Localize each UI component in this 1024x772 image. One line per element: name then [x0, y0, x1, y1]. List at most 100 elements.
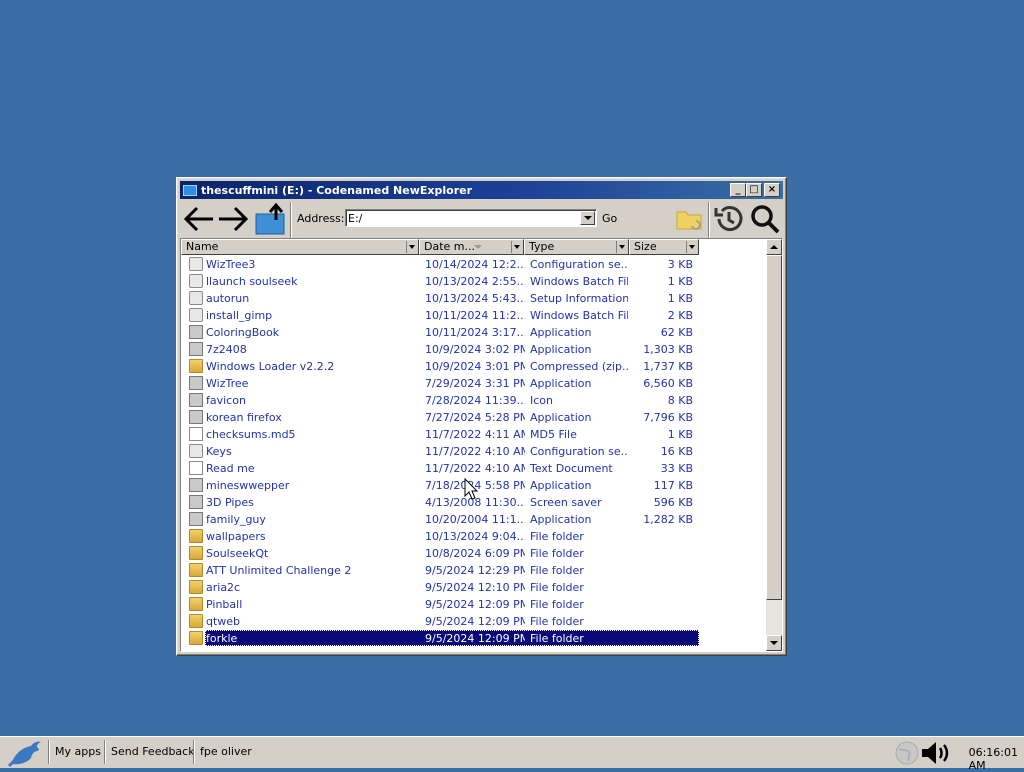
arrow-up-icon	[770, 245, 778, 249]
file-row[interactable]: install_gimp 10/11/2024 11:2... Windows Ba…	[181, 307, 767, 324]
file-type: Configuration se...	[530, 445, 628, 458]
file-row[interactable]: korean firefox 7/27/2024 5:28 PM Applicati…	[181, 409, 767, 426]
forward-button[interactable]	[216, 202, 250, 236]
file-name: favicon	[206, 394, 246, 407]
file-row[interactable]: qtweb 9/5/2024 12:09 PM File folder	[181, 613, 767, 630]
bird-logo-icon	[7, 741, 41, 768]
file-row[interactable]: favicon 7/28/2024 11:39... Icon 8 KB	[181, 392, 767, 409]
taskbar-send-feedback[interactable]: Send Feedback	[104, 740, 201, 764]
file-name: mineswwepper	[206, 479, 290, 492]
column-date-header[interactable]: Date m...	[419, 239, 524, 255]
file-date: 10/9/2024 3:02 PM	[425, 343, 525, 356]
taskbar-my-apps[interactable]: My apps	[48, 740, 107, 764]
file-row[interactable]: Read me 11/7/2022 4:10 AM Text Document 33 …	[181, 460, 767, 477]
file-type: Windows Batch File	[530, 309, 628, 322]
column-name-label: Name	[186, 240, 219, 253]
maximize-glyph: □	[749, 184, 759, 195]
file-row[interactable]: Pinball 9/5/2024 12:09 PM File folder	[181, 596, 767, 613]
vertical-scrollbar[interactable]	[766, 239, 782, 651]
file-name: 3D Pipes	[206, 496, 254, 509]
column-size-dropdown[interactable]	[686, 241, 697, 253]
file-name: llaunch soulseek	[206, 275, 298, 288]
file-row[interactable]: WizTree 7/29/2024 3:31 PM Application 6,560…	[181, 375, 767, 392]
column-type-header[interactable]: Type	[524, 239, 629, 255]
scroll-down-button[interactable]	[766, 635, 782, 651]
file-type: File folder	[530, 581, 584, 594]
file-type: File folder	[530, 615, 584, 628]
taskbar-clock[interactable]: 06:16:01 AM	[969, 746, 1018, 772]
file-row[interactable]: ATT Unlimited Challenge 2 9/5/2024 12:29 …	[181, 562, 767, 579]
file-name: WizTree	[206, 377, 249, 390]
start-button[interactable]	[4, 739, 46, 768]
column-date-dropdown[interactable]	[511, 241, 522, 253]
column-size-header[interactable]: Size	[629, 239, 699, 255]
back-button[interactable]	[182, 202, 216, 236]
file-row[interactable]: aria2c 9/5/2024 12:10 PM File folder	[181, 579, 767, 596]
file-name: forkle	[206, 632, 238, 645]
file-size: 1,282 KB	[643, 513, 693, 526]
file-date: 10/11/2024 3:17...	[425, 326, 525, 339]
column-name-header[interactable]: Name	[181, 239, 419, 255]
file-name: checksums.md5	[206, 428, 296, 441]
scroll-up-button[interactable]	[766, 239, 782, 255]
file-row[interactable]: 7z2408 10/9/2024 3:02 PM Application 1,303 …	[181, 341, 767, 358]
column-name-dropdown[interactable]	[406, 241, 417, 253]
scroll-thumb[interactable]	[766, 255, 782, 600]
file-type: File folder	[530, 632, 584, 645]
file-name: autorun	[206, 292, 250, 305]
taskbar-fpe-oliver[interactable]: fpe oliver	[193, 740, 258, 764]
application-icon	[189, 478, 203, 492]
file-size: 596 KB	[653, 496, 693, 509]
file-date: 9/5/2024 12:29 PM	[425, 564, 525, 577]
column-type-label: Type	[529, 240, 555, 253]
file-date: 10/20/2004 11:1...	[425, 513, 525, 526]
maximize-button[interactable]: □	[746, 183, 762, 197]
search-button[interactable]	[748, 202, 782, 236]
file-list[interactable]: Name Date m... Type Size WizTree3 10/14/2…	[180, 238, 783, 652]
close-glyph: ×	[767, 184, 777, 195]
file-row[interactable]: Windows Loader v2.2.2 10/9/2024 3:01 PM Co…	[181, 358, 767, 375]
folder-sync-button[interactable]	[672, 202, 706, 236]
title-bar[interactable]: thescuffmini (E:) - Codenamed NewExplore…	[180, 181, 783, 199]
document-icon	[189, 461, 203, 475]
file-row[interactable]: wallpapers 10/13/2024 9:04... File folder	[181, 528, 767, 545]
file-date: 7/27/2024 5:28 PM	[425, 411, 525, 424]
column-type-dropdown[interactable]	[616, 241, 627, 253]
file-row[interactable]: SoulseekQt 10/8/2024 6:09 PM File folder	[181, 545, 767, 562]
file-size: 1,737 KB	[643, 360, 693, 373]
column-date-label: Date m...	[424, 240, 475, 253]
file-date: 11/7/2022 4:11 AM	[425, 428, 525, 441]
file-date: 10/13/2024 5:43...	[425, 292, 525, 305]
file-type: Application	[530, 411, 592, 424]
file-row[interactable]: WizTree3 10/14/2024 12:2... Configuration …	[181, 256, 767, 273]
file-date: 10/11/2024 11:2...	[425, 309, 525, 322]
file-row[interactable]: Keys 11/7/2022 4:10 AM Configuration se...…	[181, 443, 767, 460]
close-button[interactable]: ×	[764, 183, 780, 197]
minimize-button[interactable]: _	[730, 183, 746, 197]
network-globe-icon[interactable]	[894, 740, 920, 766]
file-date: 10/14/2024 12:2...	[425, 258, 525, 271]
address-dropdown-button[interactable]	[580, 211, 595, 225]
file-date: 11/7/2022 4:10 AM	[425, 445, 525, 458]
file-type: Screen saver	[530, 496, 602, 509]
file-type: MD5 File	[530, 428, 577, 441]
settings-file-icon	[189, 274, 203, 288]
go-button[interactable]: Go	[602, 212, 617, 225]
file-row[interactable]: forkle 9/5/2024 12:09 PM File folder	[181, 630, 767, 647]
address-input[interactable]	[348, 211, 578, 225]
file-row[interactable]: autorun 10/13/2024 5:43... Setup Informati…	[181, 290, 767, 307]
file-date: 9/5/2024 12:10 PM	[425, 581, 525, 594]
volume-speaker-icon[interactable]	[920, 739, 954, 767]
up-button[interactable]	[254, 202, 288, 236]
history-button[interactable]	[712, 202, 746, 236]
file-row[interactable]: ColoringBook 10/11/2024 3:17... Applicatio…	[181, 324, 767, 341]
file-row[interactable]: llaunch soulseek 10/13/2024 2:55... Window…	[181, 273, 767, 290]
application-icon	[189, 325, 203, 339]
address-bar[interactable]	[345, 209, 597, 227]
file-row[interactable]: family_guy 10/20/2004 11:1... Application 1…	[181, 511, 767, 528]
file-row[interactable]: checksums.md5 11/7/2022 4:11 AM MD5 File 1 …	[181, 426, 767, 443]
arrow-down-icon	[770, 641, 778, 645]
file-size: 1 KB	[667, 292, 693, 305]
file-type: Application	[530, 343, 592, 356]
explorer-window: thescuffmini (E:) - Codenamed NewExplore…	[176, 177, 787, 656]
